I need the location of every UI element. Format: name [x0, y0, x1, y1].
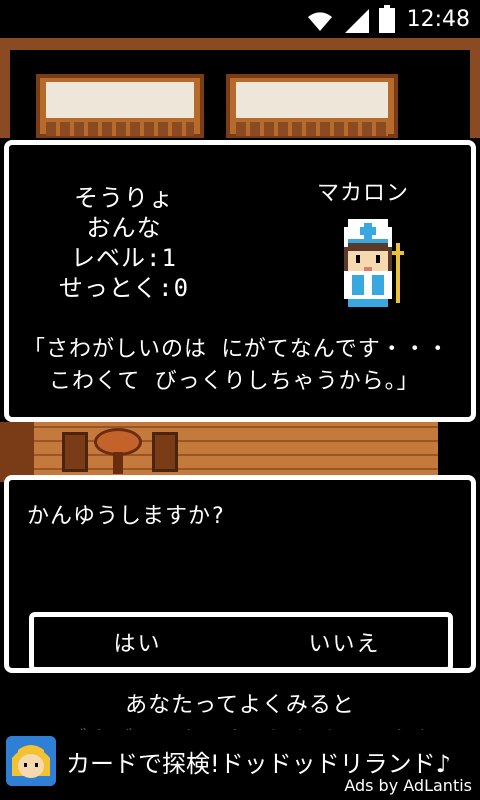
character-gender: おんな — [86, 214, 162, 242]
room-window-left — [36, 74, 204, 138]
room-window-right — [226, 74, 398, 138]
ad-character-icon[interactable] — [6, 736, 56, 786]
character-level: レベル:1 — [71, 244, 177, 272]
message-line-1: あなたってよくみると — [125, 693, 355, 718]
chair-left — [62, 432, 88, 472]
yes-button[interactable]: はい — [34, 617, 241, 667]
wifi-icon — [305, 5, 335, 33]
character-persuasion: せっとく:0 — [58, 274, 190, 302]
recruit-dialog: かんゆうしますか? はい いいえ — [4, 475, 476, 673]
status-bar: 12:48 — [0, 0, 480, 38]
ad-title[interactable]: カードで探検!ドッドッドリランド♪ — [66, 744, 451, 779]
message-area: あなたってよくみると ドブネズミみたいな カオ してるわね — [0, 686, 480, 753]
character-info-window: そうりょ おんな レベル:1 せっとく:0 マカロン 「さわがしいのは にがてな… — [4, 140, 476, 422]
status-clock: 12:48 — [406, 6, 470, 32]
choice-box: はい いいえ — [29, 612, 453, 672]
character-quote-line1: 「さわがしいのは にがてなんです・・・ — [23, 337, 450, 362]
signal-icon — [343, 5, 371, 33]
floor-edge-right — [438, 422, 480, 482]
no-button[interactable]: いいえ — [241, 617, 448, 667]
character-name: マカロン — [316, 181, 409, 206]
ad-provider: Ads by AdLantis — [344, 776, 472, 795]
chair-right — [152, 432, 178, 472]
table-leg — [113, 452, 123, 474]
recruit-question: かんゆうしますか? — [27, 504, 226, 529]
character-quote-line2: こわくて びっくりしちゃうから。」 — [49, 369, 420, 394]
battery-icon — [378, 5, 395, 33]
wooden-floor — [34, 422, 438, 482]
ad-banner[interactable]: カードで探検!ドッドッドリランド♪ Ads by AdLantis — [0, 730, 480, 800]
floor-edge-left — [0, 422, 34, 482]
character-class: そうりょ — [74, 184, 174, 212]
priestess-sprite — [344, 219, 404, 307]
